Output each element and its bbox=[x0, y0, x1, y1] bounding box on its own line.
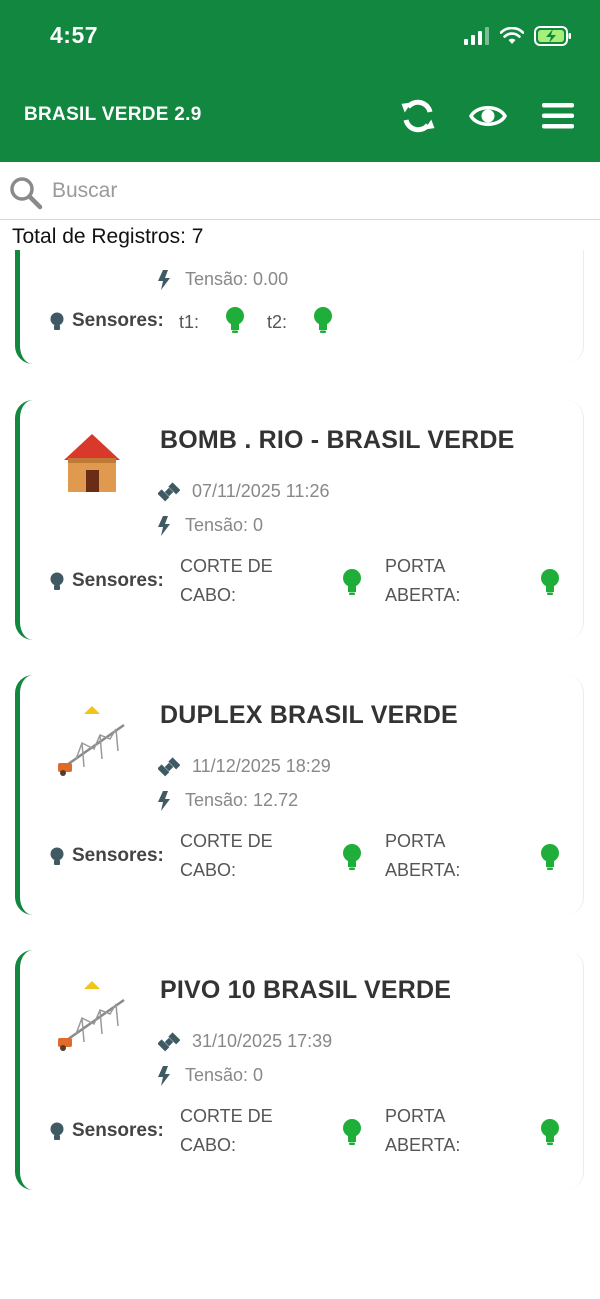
app-title: BRASIL VERDE 2.9 bbox=[24, 104, 202, 125]
bulb-on-icon[interactable] bbox=[539, 568, 561, 596]
sensors-label: Sensores: bbox=[72, 310, 164, 331]
bulb-on-icon[interactable] bbox=[341, 568, 363, 596]
app-header: 4:57 BRASIL VERDE 2.9 bbox=[0, 0, 600, 162]
tension-text: Tensão: 0 bbox=[185, 515, 264, 535]
center-pivot-icon bbox=[58, 706, 125, 776]
bulb-on-icon[interactable] bbox=[539, 1118, 561, 1146]
tension-text: Tensão: 12.72 bbox=[185, 790, 299, 810]
sensor-bulb-icon bbox=[50, 1122, 64, 1140]
bulb-on-icon[interactable] bbox=[224, 306, 246, 334]
device-list[interactable]: Tensão: 0.00 Sensores: t1: t2: BOMB . RI… bbox=[0, 250, 600, 1299]
satellite-icon bbox=[158, 757, 180, 777]
lightning-icon bbox=[158, 270, 170, 290]
sensors-label: Sensores: bbox=[72, 845, 164, 866]
eye-icon bbox=[469, 106, 507, 126]
bulb-on-icon[interactable] bbox=[341, 843, 363, 871]
sensor-name: PORTA ABERTA: bbox=[385, 1106, 461, 1155]
timestamp-text: 31/10/2025 17:39 bbox=[192, 1031, 333, 1051]
center-pivot-icon bbox=[58, 981, 125, 1051]
device-card[interactable]: Tensão: 0.00 Sensores: t1: t2: bbox=[15, 250, 584, 364]
timestamp-text: 11/12/2025 18:29 bbox=[192, 756, 331, 776]
sensor-bulb-icon bbox=[50, 847, 64, 865]
sensors-label: Sensores: bbox=[72, 1120, 164, 1141]
search-input[interactable] bbox=[52, 174, 572, 208]
records-total: Total de Registros: 7 bbox=[12, 225, 204, 248]
sensor-name: CORTE DE CABO: bbox=[180, 556, 273, 605]
sensor-name: PORTA ABERTA: bbox=[385, 831, 461, 880]
tension-text: Tensão: 0 bbox=[185, 1065, 264, 1085]
refresh-icon bbox=[401, 99, 435, 133]
battery-charging-icon bbox=[534, 26, 571, 46]
satellite-icon bbox=[158, 1032, 180, 1052]
menu-button[interactable] bbox=[536, 94, 580, 138]
timestamp-text: 07/11/2025 11:26 bbox=[192, 481, 330, 501]
sensor-name: CORTE DE CABO: bbox=[180, 831, 273, 880]
search-bar bbox=[0, 162, 600, 220]
lightning-icon bbox=[158, 516, 170, 536]
satellite-icon bbox=[158, 482, 180, 502]
sensor-name: CORTE DE CABO: bbox=[180, 1106, 273, 1155]
status-time: 4:57 bbox=[50, 22, 99, 48]
lightning-icon bbox=[158, 791, 170, 811]
device-card[interactable]: DUPLEX BRASIL VERDE 11/12/2025 18:29 Ten… bbox=[15, 675, 584, 915]
sensors-label: Sensores: bbox=[72, 570, 164, 591]
sensor-bulb-icon bbox=[50, 312, 64, 330]
bulb-on-icon[interactable] bbox=[312, 306, 334, 334]
sensor-name: t2: bbox=[267, 312, 288, 332]
search-icon bbox=[10, 177, 43, 210]
device-title: PIVO 10 BRASIL VERDE bbox=[160, 976, 452, 1004]
device-title: DUPLEX BRASIL VERDE bbox=[160, 701, 458, 729]
device-title: BOMB . RIO - BRASIL VERDE bbox=[160, 426, 515, 454]
visibility-button[interactable] bbox=[466, 94, 510, 138]
menu-icon bbox=[542, 103, 574, 129]
sensor-name: t1: bbox=[179, 312, 200, 332]
refresh-button[interactable] bbox=[396, 94, 440, 138]
lightning-icon bbox=[158, 1066, 170, 1086]
sensor-name: PORTA ABERTA: bbox=[385, 556, 461, 605]
cellular-signal-icon bbox=[464, 27, 489, 45]
status-icons bbox=[464, 22, 572, 50]
wifi-icon bbox=[500, 27, 524, 44]
device-card[interactable]: BOMB . RIO - BRASIL VERDE 07/11/2025 11:… bbox=[15, 400, 584, 640]
tension-text: Tensão: 0.00 bbox=[185, 269, 289, 289]
bulb-on-icon[interactable] bbox=[341, 1118, 363, 1146]
sensor-bulb-icon bbox=[50, 572, 64, 590]
house-icon bbox=[64, 434, 120, 492]
device-card[interactable]: PIVO 10 BRASIL VERDE 31/10/2025 17:39 Te… bbox=[15, 950, 584, 1190]
bulb-on-icon[interactable] bbox=[539, 843, 561, 871]
